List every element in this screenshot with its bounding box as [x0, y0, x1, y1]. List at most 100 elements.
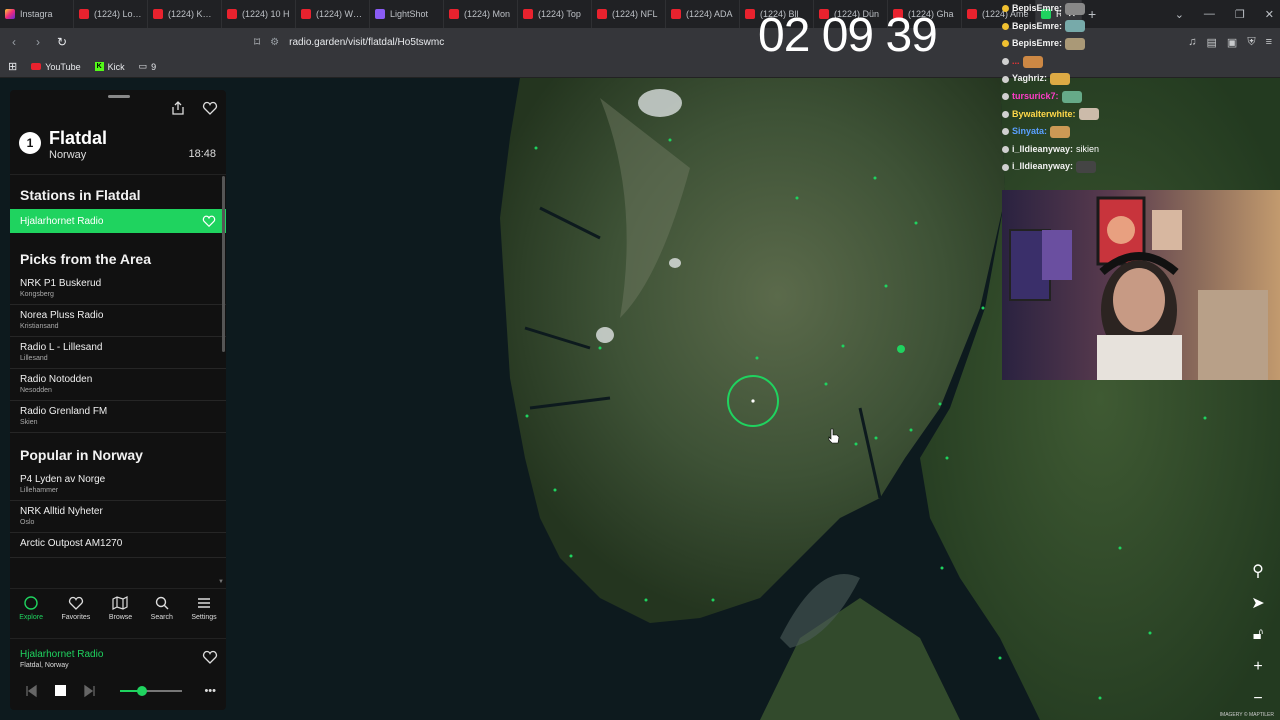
nav-search[interactable]: Search [151, 595, 173, 630]
youtube-icon [449, 9, 459, 19]
station-row[interactable]: Norea Pluss Radio Kristiansand [10, 305, 226, 337]
nav-browse[interactable]: Browse [109, 595, 132, 630]
forward-icon[interactable]: › [28, 35, 48, 49]
browser-tab[interactable]: (1224) Kany [148, 0, 222, 28]
share-icon[interactable] [170, 100, 186, 116]
chat-badge-icon [1002, 163, 1009, 171]
youtube-icon [31, 63, 42, 70]
station-row[interactable]: Radio L - Lillesand Lillesand [10, 337, 226, 369]
zoom-in-button[interactable]: + [1247, 656, 1269, 678]
browser-tab[interactable]: (1224) Loko [74, 0, 148, 28]
tab-title: (1224) 10 H [242, 9, 290, 19]
nav-favorites[interactable]: Favorites [62, 595, 90, 630]
section-title-popular: Popular in Norway [20, 447, 143, 463]
station-location: Skien [20, 419, 38, 426]
chat-username: Bywalterwhite: [1012, 108, 1076, 119]
browser-tab[interactable]: (1224) Wipe [296, 0, 370, 28]
youtube-icon [301, 9, 311, 19]
station-location: Lillesand [20, 355, 48, 362]
active-station-row[interactable]: Hjalarhornet Radio [10, 209, 226, 233]
section-title-stations: Stations in Flatdal [20, 187, 141, 203]
player-heart-icon[interactable] [202, 649, 218, 665]
site-info-icon[interactable]: ⚙ [270, 37, 279, 48]
browser-tab[interactable]: (1224) Mon [444, 0, 518, 28]
station-row[interactable]: NRK P1 Buskerud Kongsberg [10, 273, 226, 305]
bookmark-star-icon[interactable]: ⌑ [254, 35, 260, 49]
url-field[interactable]: radio.garden/visit/flatdal/Ho5tswmc [289, 37, 444, 48]
list-scrollbar[interactable] [222, 176, 225, 352]
station-name: P4 Lyden av Norge [20, 474, 106, 485]
stop-button[interactable] [55, 685, 66, 696]
chat-badge-icon [1002, 58, 1009, 66]
locate-me-icon[interactable]: ➤ [1247, 592, 1269, 614]
apps-grid-icon[interactable]: ⊞ [8, 60, 17, 73]
bookmark-folder[interactable]: ▭ 9 [139, 61, 157, 72]
back-icon[interactable]: ‹ [4, 35, 24, 49]
station-name: Norea Pluss Radio [20, 310, 104, 321]
lock-icon[interactable]: 🔓︎ [1247, 624, 1269, 646]
chat-username: tursurick7: [1012, 90, 1059, 101]
station-row[interactable]: Radio Notodden Nesodden [10, 369, 226, 401]
station-row[interactable]: Radio Grenland FM Skien [10, 401, 226, 433]
chat-emote-icon [1076, 161, 1097, 174]
station-location: Kristiansand [20, 323, 59, 330]
browser-tab[interactable]: (1224) ADA [666, 0, 740, 28]
nav-label: Search [150, 614, 173, 621]
reload-icon[interactable]: ↻ [52, 35, 72, 49]
youtube-icon [153, 9, 163, 19]
browser-tab[interactable]: (1224) 10 H [222, 0, 296, 28]
station-name: Arctic Outpost AM1270 [20, 538, 123, 549]
zoom-out-button[interactable]: − [1247, 688, 1269, 710]
local-time: 18:48 [188, 148, 216, 160]
youtube-icon [79, 9, 89, 19]
place-rank-badge: 1 [19, 132, 41, 154]
previous-icon[interactable] [24, 684, 38, 698]
tab-title: (1224) Top [538, 9, 581, 19]
station-list[interactable]: Stations in Flatdal Hjalarhornet Radio P… [10, 174, 226, 586]
location-pin-icon[interactable]: ⚲ [1247, 560, 1269, 582]
mini-player: Hjalarhornet Radio Flatdal, Norway ••• [10, 638, 226, 710]
mouse-cursor-icon [828, 428, 840, 444]
map-icon [112, 596, 129, 610]
bookmark-youtube[interactable]: YouTube [31, 62, 81, 72]
webcam-feed [1002, 190, 1280, 380]
station-name: Radio Notodden [20, 374, 93, 385]
explore-icon [24, 596, 38, 610]
nav-label: Settings [191, 614, 217, 621]
chat-username: BepisEmre: [1012, 38, 1063, 49]
chat-message: Yaghriz: [1002, 70, 1272, 88]
volume-slider[interactable] [120, 686, 182, 696]
favorite-station-icon[interactable] [202, 214, 216, 228]
browser-tab[interactable]: LightShot [370, 0, 444, 28]
station-row[interactable]: NRK Alltid Nyheter Oslo [10, 501, 226, 533]
station-row[interactable]: P4 Lyden av Norge Lillehammer [10, 469, 226, 501]
bookmark-kick[interactable]: K Kick [94, 62, 125, 72]
tab-title: Instagra [20, 9, 53, 19]
youtube-icon [597, 9, 607, 19]
more-options-icon[interactable]: ••• [204, 685, 216, 697]
now-playing-station[interactable]: Hjalarhornet Radio [20, 649, 103, 660]
chat-badge-icon [1002, 128, 1009, 136]
chat-emote-icon [1050, 73, 1071, 86]
chat-username: BepisEmre: [1012, 20, 1063, 31]
browser-tab[interactable]: (1224) NFL [592, 0, 666, 28]
stream-timer: 02 09 39 [758, 9, 938, 62]
chat-emote-icon [1065, 37, 1086, 50]
nav-settings[interactable]: Settings [191, 595, 217, 630]
next-icon[interactable] [83, 684, 97, 698]
heart-icon[interactable] [202, 100, 218, 116]
station-name: Radio L - Lillesand [20, 342, 103, 353]
station-row[interactable]: Arctic Outpost AM1270 [10, 533, 226, 558]
browser-tab[interactable]: (1224) Top [518, 0, 592, 28]
tab-title: (1224) Kany [168, 9, 216, 19]
station-panel: 1 Flatdal Norway 18:48 Stations in Flatd… [10, 90, 226, 710]
station-location: Lillehammer [20, 487, 59, 494]
nav-explore[interactable]: Explore [19, 595, 43, 630]
station-name: NRK P1 Buskerud [20, 278, 102, 289]
drag-handle[interactable] [108, 95, 130, 98]
volume-knob[interactable] [136, 686, 147, 696]
browser-tab[interactable]: Instagra [0, 0, 74, 28]
map-attribution: IMAGERY © MAPTILER [1219, 712, 1274, 718]
station-location: Nesodden [20, 387, 52, 394]
tab-title: (1224) ADA [686, 9, 733, 19]
